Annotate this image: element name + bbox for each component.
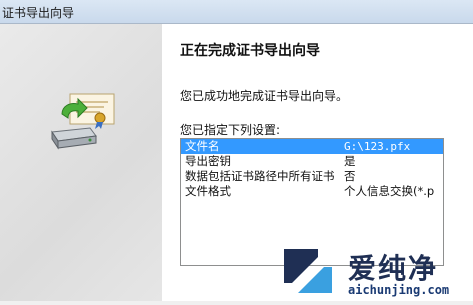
setting-name: 文件名 [185, 139, 220, 153]
setting-name: 导出密钥 [185, 154, 231, 168]
settings-label: 您已指定下列设置: [180, 123, 281, 137]
wizard-side-panel [0, 24, 162, 301]
setting-name: 数据包括证书路径中所有证书 [185, 169, 335, 183]
watermark: 爱纯净 aichunjing.com [278, 243, 473, 301]
setting-value: 否 [344, 169, 356, 183]
setting-name: 文件格式 [185, 184, 231, 198]
watermark-brand: 爱纯净 [348, 252, 439, 285]
settings-row-include-chain[interactable]: 数据包括证书路径中所有证书 否 [181, 169, 443, 184]
title-bar: 证书导出向导 [0, 0, 473, 24]
watermark-url: aichunjing.com [348, 283, 450, 297]
setting-value: 个人信息交换(*.p [344, 184, 435, 198]
window-title: 证书导出向导 [2, 6, 75, 20]
setting-value: G:\123.pfx [344, 140, 411, 153]
wizard-heading: 正在完成证书导出向导 [180, 43, 320, 59]
certificate-export-icon [51, 93, 115, 150]
settings-row-file-format[interactable]: 文件格式 个人信息交换(*.p [181, 184, 443, 199]
settings-row-file-name[interactable]: 文件名 G:\123.pfx [181, 139, 443, 154]
setting-value: 是 [344, 154, 356, 168]
watermark-logo-icon [284, 249, 332, 293]
wizard-message: 您已成功地完成证书导出向导。 [180, 89, 349, 103]
settings-row-export-key[interactable]: 导出密钥 是 [181, 154, 443, 169]
